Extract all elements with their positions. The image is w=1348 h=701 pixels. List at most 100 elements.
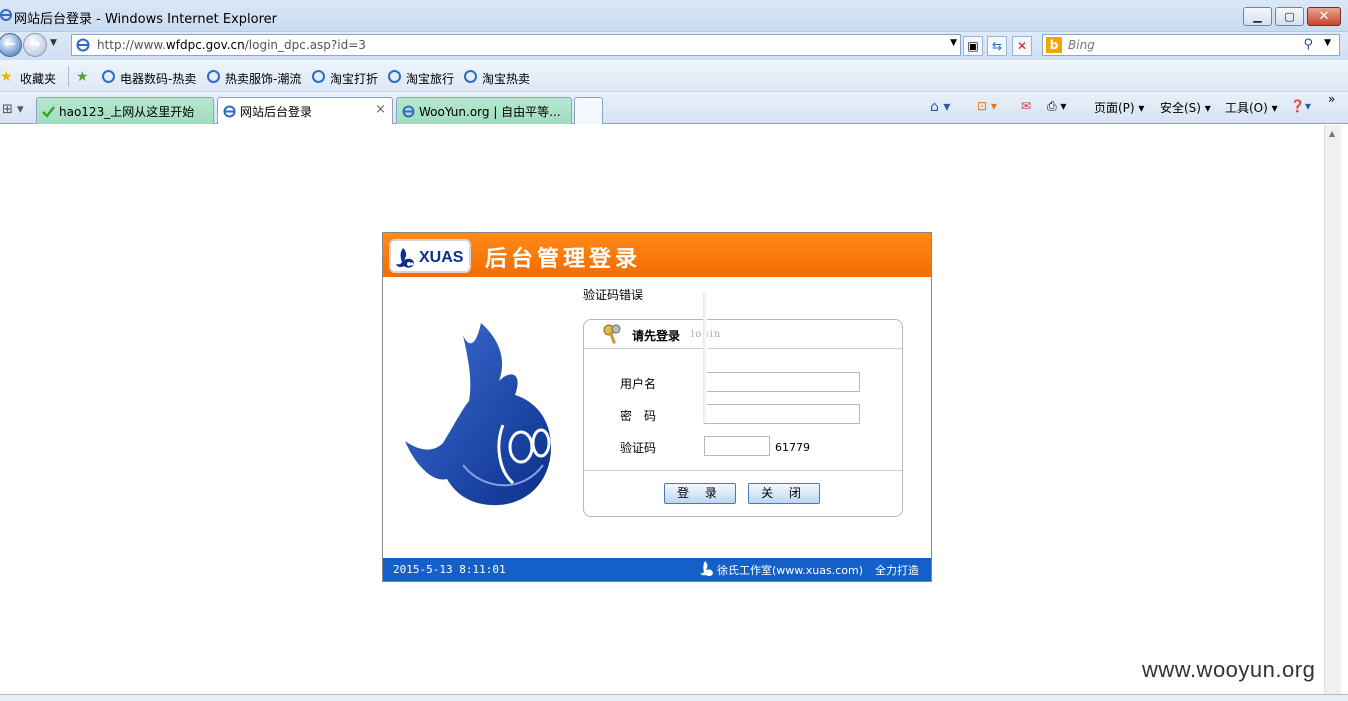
- ie-icon: [223, 105, 236, 118]
- add-favorite-icon[interactable]: ★: [76, 69, 89, 85]
- captcha-label: 验证码: [620, 441, 657, 455]
- footer-date: 2015-5-13 8:11:01: [393, 563, 506, 576]
- compatibility-view-icon[interactable]: ▣: [963, 36, 983, 56]
- tab-label: WooYun.org | 自由平等...: [419, 105, 561, 119]
- search-box[interactable]: b Bing ⚲ ▼: [1042, 34, 1340, 56]
- key-icon: [603, 324, 621, 344]
- favorites-button[interactable]: 收藏夹: [20, 70, 56, 87]
- scroll-up-icon[interactable]: ▲: [1329, 129, 1335, 138]
- window-title: 网站后台登录 - Windows Internet Explorer: [14, 12, 277, 27]
- title-bar: 网站后台登录 - Windows Internet Explorer ▁ ▢ ✕: [0, 0, 1348, 32]
- url-path: /login_dpc.asp?id=3: [244, 38, 366, 52]
- chevron-more-icon[interactable]: »: [1328, 92, 1335, 106]
- password-label: 密 码: [620, 409, 657, 423]
- close-tab-icon[interactable]: ×: [375, 102, 386, 117]
- status-bar: [0, 694, 1348, 701]
- maximize-button[interactable]: ▢: [1275, 7, 1304, 26]
- help-icon[interactable]: ❓▾: [1290, 99, 1311, 113]
- password-field[interactable]: [704, 404, 860, 424]
- footer-credit: 徐氏工作室(www.xuas.com): [717, 564, 864, 577]
- tab-wooyun[interactable]: WooYun.org | 自由平等...: [396, 97, 572, 124]
- feeds-icon[interactable]: ⊡ ▾: [977, 99, 997, 113]
- login-title: 后台管理登录: [485, 247, 642, 272]
- tab-label: hao123_上网从这里开始: [59, 105, 195, 119]
- ie-icon: [0, 9, 12, 21]
- refresh-icon[interactable]: ⇆: [987, 36, 1007, 56]
- login-panel-header: 请先登录 login: [584, 320, 902, 349]
- tools-menu[interactable]: 工具(O) ▾: [1225, 99, 1278, 116]
- login-footer: 2015-5-13 8:11:01 徐氏工作室(www.xuas.com) 全力…: [383, 558, 931, 581]
- hand-logo-icon: [396, 248, 414, 268]
- tools-menu-label: 工具(O): [1225, 101, 1268, 115]
- forward-arrow-icon: →: [29, 37, 41, 52]
- hao123-icon: [42, 106, 55, 118]
- tab-hao123[interactable]: hao123_上网从这里开始: [36, 97, 214, 124]
- back-button[interactable]: ←: [0, 33, 22, 57]
- maximize-icon: ▢: [1284, 10, 1295, 23]
- ie-icon: [102, 70, 115, 83]
- username-field[interactable]: [704, 372, 860, 392]
- tab-label: 网站后台登录: [240, 105, 313, 119]
- hand-logo-icon: [405, 323, 551, 506]
- xuas-logo: XUAS: [389, 239, 471, 273]
- mail-icon[interactable]: ✉: [1021, 99, 1031, 113]
- ie-icon: [312, 70, 325, 83]
- login-header: XUAS 后台管理登录: [383, 233, 931, 277]
- hand-logo-icon: [700, 561, 713, 577]
- search-placeholder: Bing: [1068, 38, 1095, 52]
- watermark: www.wooyun.org: [1142, 657, 1316, 682]
- logo-text: XUAS: [419, 249, 464, 266]
- search-icon[interactable]: ⚲: [1303, 37, 1313, 52]
- tab-login-active[interactable]: 网站后台登录 ×: [217, 97, 393, 124]
- captcha-field[interactable]: [704, 436, 770, 456]
- safety-menu[interactable]: 安全(S) ▾: [1160, 99, 1211, 116]
- close-window-button[interactable]: ✕: [1307, 7, 1341, 26]
- minimize-icon: ▁: [1253, 10, 1262, 23]
- panel-title: 请先登录: [632, 329, 681, 343]
- login-box: XUAS 后台管理登录 验证码错误 请先登录 用户名 密 码 验证码 61779…: [382, 232, 932, 582]
- panel-shadow: [703, 293, 707, 423]
- footer-made: 全力打造: [875, 564, 919, 577]
- favorites-bar: ★ 收藏夹 ★ 电器数码-热卖 热卖服饰-潮流 淘宝打折 淘宝旅行 淘宝热卖: [0, 60, 1348, 92]
- back-arrow-icon: ←: [4, 37, 16, 52]
- favorite-link-4[interactable]: 淘宝旅行: [406, 70, 454, 87]
- ie-icon: [388, 70, 401, 83]
- username-label: 用户名: [620, 377, 657, 391]
- login-panel: 请先登录 login 用户名 密 码 验证码 61779 登 录 关 闭: [583, 319, 903, 517]
- favorite-link-3[interactable]: 淘宝打折: [330, 70, 378, 87]
- page-menu[interactable]: 页面(P) ▾: [1094, 99, 1144, 116]
- page-ie-icon: [76, 38, 90, 52]
- captcha-code: 61779: [775, 441, 810, 454]
- page-menu-label: 页面(P): [1094, 101, 1135, 115]
- tab-bar: ⊞ ▾ hao123_上网从这里开始 网站后台登录 × WooYun.org |…: [0, 92, 1348, 124]
- home-icon[interactable]: ⌂ ▾: [930, 99, 950, 115]
- print-icon[interactable]: ⎙ ▾: [1047, 99, 1066, 114]
- close-icon: ✕: [1318, 9, 1330, 24]
- new-tab-button[interactable]: [574, 97, 603, 124]
- divider: [68, 66, 69, 86]
- ie-icon: [402, 105, 415, 118]
- history-dropdown-icon[interactable]: ▼: [50, 38, 57, 48]
- vertical-scrollbar[interactable]: ▲: [1324, 125, 1341, 694]
- close-button[interactable]: 关 闭: [748, 483, 820, 504]
- favorite-link-5[interactable]: 淘宝热卖: [482, 70, 530, 87]
- address-dropdown-icon[interactable]: ▼: [950, 38, 957, 48]
- address-bar[interactable]: http://www.wfdpc.gov.cn/login_dpc.asp?id…: [71, 34, 961, 56]
- ie-icon: [207, 70, 220, 83]
- bing-icon: b: [1046, 37, 1062, 53]
- quick-tabs-icon[interactable]: ⊞ ▾: [2, 102, 24, 117]
- stop-icon[interactable]: ✕: [1012, 36, 1032, 56]
- favorite-link-2[interactable]: 热卖服饰-潮流: [225, 70, 301, 87]
- minimize-button[interactable]: ▁: [1243, 7, 1272, 26]
- forward-button[interactable]: →: [23, 33, 47, 57]
- error-message: 验证码错误: [583, 288, 644, 302]
- browser-window: 网站后台登录 - Windows Internet Explorer ▁ ▢ ✕…: [0, 0, 1348, 701]
- divider: [584, 470, 902, 471]
- navigation-bar: ← → ▼ http://www.wfdpc.gov.cn/login_dpc.…: [0, 32, 1348, 60]
- url-domain: wfdpc.gov.cn: [165, 38, 245, 52]
- login-button[interactable]: 登 录: [664, 483, 736, 504]
- search-dropdown-icon[interactable]: ▼: [1324, 38, 1331, 48]
- favorite-link-1[interactable]: 电器数码-热卖: [120, 70, 196, 87]
- address-url[interactable]: http://www.wfdpc.gov.cn/login_dpc.asp?id…: [97, 38, 366, 52]
- favorites-star-icon: ★: [0, 69, 13, 85]
